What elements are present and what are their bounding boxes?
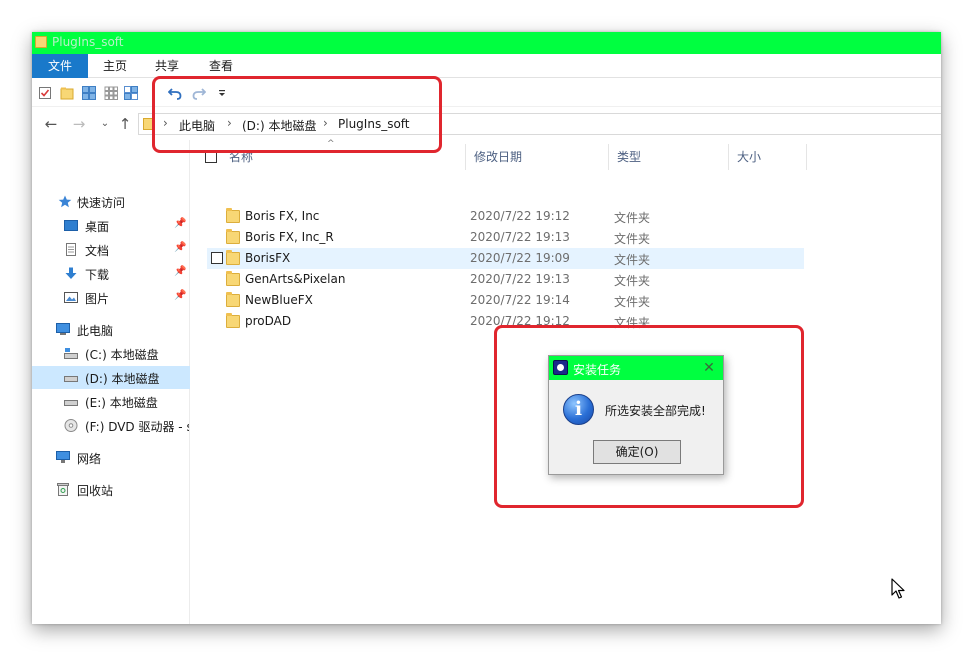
tab-share[interactable]: 共享 (142, 54, 192, 78)
dialog-title: 安装任务 (573, 363, 622, 377)
dialog-message: 所选安装全部完成! (605, 404, 706, 418)
table-row[interactable]: BorisFX 2020/7/22 19:09 文件夹 (207, 248, 804, 269)
dvd-icon (64, 419, 78, 432)
info-icon: i (563, 394, 594, 425)
drive-icon (64, 376, 78, 382)
sidebar-item-label: 下载 (85, 268, 110, 282)
pin-icon[interactable]: 📌 (174, 290, 186, 301)
folder-icon (226, 250, 240, 265)
annotation-highlight-address (152, 76, 442, 153)
dialog-title-bar[interactable]: 安装任务 ✕ (549, 356, 723, 380)
sidebar-item-recycle-bin[interactable]: 回收站 (32, 478, 190, 501)
sidebar-item-dvd-drive[interactable]: (F:) DVD 驱动器 - s (32, 414, 190, 437)
sidebar-item-label: (F:) DVD 驱动器 - s (85, 420, 189, 434)
network-icon (56, 451, 70, 463)
sidebar-item-drive-e[interactable]: (E:) 本地磁盘 (32, 390, 190, 413)
file-date: 2020/7/22 19:12 (470, 209, 570, 223)
sidebar-item-documents[interactable]: 文档 📌 (32, 238, 190, 261)
ribbon-tabs: 文件 主页 共享 查看 (32, 54, 941, 78)
sidebar-item-desktop[interactable]: 桌面 📌 (32, 214, 190, 237)
folder-icon (35, 36, 47, 48)
file-type: 文件夹 (614, 232, 651, 246)
ok-button[interactable]: 确定(O) (593, 440, 681, 464)
mouse-pointer-icon (891, 578, 905, 599)
recycle-bin-icon (57, 483, 69, 496)
title-bar[interactable]: PlugIns_soft (32, 32, 941, 54)
sidebar-item-label: 图片 (85, 292, 110, 306)
sidebar-item-label: 回收站 (77, 484, 114, 498)
close-icon[interactable]: ✕ (699, 358, 719, 378)
properties-icon[interactable] (38, 86, 52, 100)
window-title: PlugIns_soft (52, 35, 124, 49)
navigation-pane: 快速访问 桌面 📌 文档 📌 下载 📌 图片 📌 此电脑 (C:) 本地磁盘 (… (32, 140, 190, 624)
sidebar-item-drive-d[interactable]: (D:) 本地磁盘 (32, 366, 190, 389)
app-icon (553, 360, 568, 375)
pin-icon[interactable]: 📌 (174, 266, 186, 277)
download-arrow-icon (65, 267, 77, 279)
file-type: 文件夹 (614, 253, 651, 267)
folder-icon (226, 229, 240, 244)
file-type: 文件夹 (614, 274, 651, 288)
sidebar-item-label: 此电脑 (77, 324, 114, 338)
sidebar-item-label: (D:) 本地磁盘 (85, 372, 160, 386)
file-type: 文件夹 (614, 211, 651, 225)
sidebar-item-network[interactable]: 网络 (32, 446, 190, 469)
pin-icon[interactable]: 📌 (174, 218, 186, 229)
install-complete-dialog: 安装任务 ✕ i 所选安装全部完成! 确定(O) (548, 355, 724, 475)
file-date: 2020/7/22 19:13 (470, 272, 570, 286)
pin-icon[interactable]: 📌 (174, 242, 186, 253)
recent-locations-button[interactable]: ⌄ (96, 113, 114, 135)
up-button[interactable]: ↑ (116, 113, 134, 135)
file-type: 文件夹 (614, 295, 651, 309)
new-folder-icon[interactable] (60, 86, 74, 100)
document-icon (66, 243, 76, 256)
sidebar-item-label: 快速访问 (77, 196, 126, 210)
sidebar-item-label: 文档 (85, 244, 110, 258)
column-header-date[interactable]: 修改日期 (465, 144, 609, 170)
column-header-type[interactable]: 类型 (609, 144, 729, 170)
folder-icon (226, 208, 240, 223)
file-name[interactable]: NewBlueFX (245, 293, 313, 307)
sidebar-item-label: 桌面 (85, 220, 110, 234)
sidebar-item-quick-access[interactable]: 快速访问 (32, 190, 190, 213)
forward-button[interactable]: → (70, 113, 88, 135)
folder-icon (226, 292, 240, 307)
table-row[interactable]: NewBlueFX 2020/7/22 19:14 文件夹 (207, 290, 804, 311)
folder-icon (226, 271, 240, 286)
tab-home[interactable]: 主页 (90, 54, 140, 78)
tab-view[interactable]: 查看 (196, 54, 246, 78)
file-name[interactable]: GenArts&Pixelan (245, 272, 345, 286)
folder-icon (226, 313, 240, 328)
tab-file[interactable]: 文件 (32, 54, 88, 78)
file-name[interactable]: Boris FX, Inc (245, 209, 319, 223)
sidebar-item-downloads[interactable]: 下载 📌 (32, 262, 190, 285)
back-button[interactable]: ← (42, 113, 60, 135)
table-row[interactable]: Boris FX, Inc_R 2020/7/22 19:13 文件夹 (207, 227, 804, 248)
sidebar-item-this-pc[interactable]: 此电脑 (32, 318, 190, 341)
desktop-icon (64, 220, 78, 231)
row-checkbox[interactable] (211, 252, 223, 264)
table-row[interactable]: Boris FX, Inc 2020/7/22 19:12 文件夹 (207, 206, 804, 227)
sidebar-item-pictures[interactable]: 图片 📌 (32, 286, 190, 309)
view-details-icon[interactable] (124, 86, 138, 100)
column-header-size[interactable]: 大小 (729, 144, 807, 170)
file-date: 2020/7/22 19:14 (470, 293, 570, 307)
sidebar-item-drive-c[interactable]: (C:) 本地磁盘 (32, 342, 190, 365)
sidebar-item-label: (E:) 本地磁盘 (85, 396, 158, 410)
table-row[interactable]: GenArts&Pixelan 2020/7/22 19:13 文件夹 (207, 269, 804, 290)
file-name[interactable]: BorisFX (245, 251, 290, 265)
computer-icon (56, 323, 70, 335)
sidebar-item-label: 网络 (77, 452, 102, 466)
view-large-icon[interactable] (82, 86, 96, 100)
file-date: 2020/7/22 19:13 (470, 230, 570, 244)
star-icon (58, 195, 72, 208)
file-name[interactable]: proDAD (245, 314, 291, 328)
file-name[interactable]: Boris FX, Inc_R (245, 230, 334, 244)
file-date: 2020/7/22 19:09 (470, 251, 570, 265)
sidebar-item-label: (C:) 本地磁盘 (85, 348, 159, 362)
system-drive-icon (64, 348, 78, 359)
view-small-icon[interactable] (104, 86, 118, 100)
drive-icon (64, 400, 78, 406)
picture-icon (64, 292, 78, 303)
